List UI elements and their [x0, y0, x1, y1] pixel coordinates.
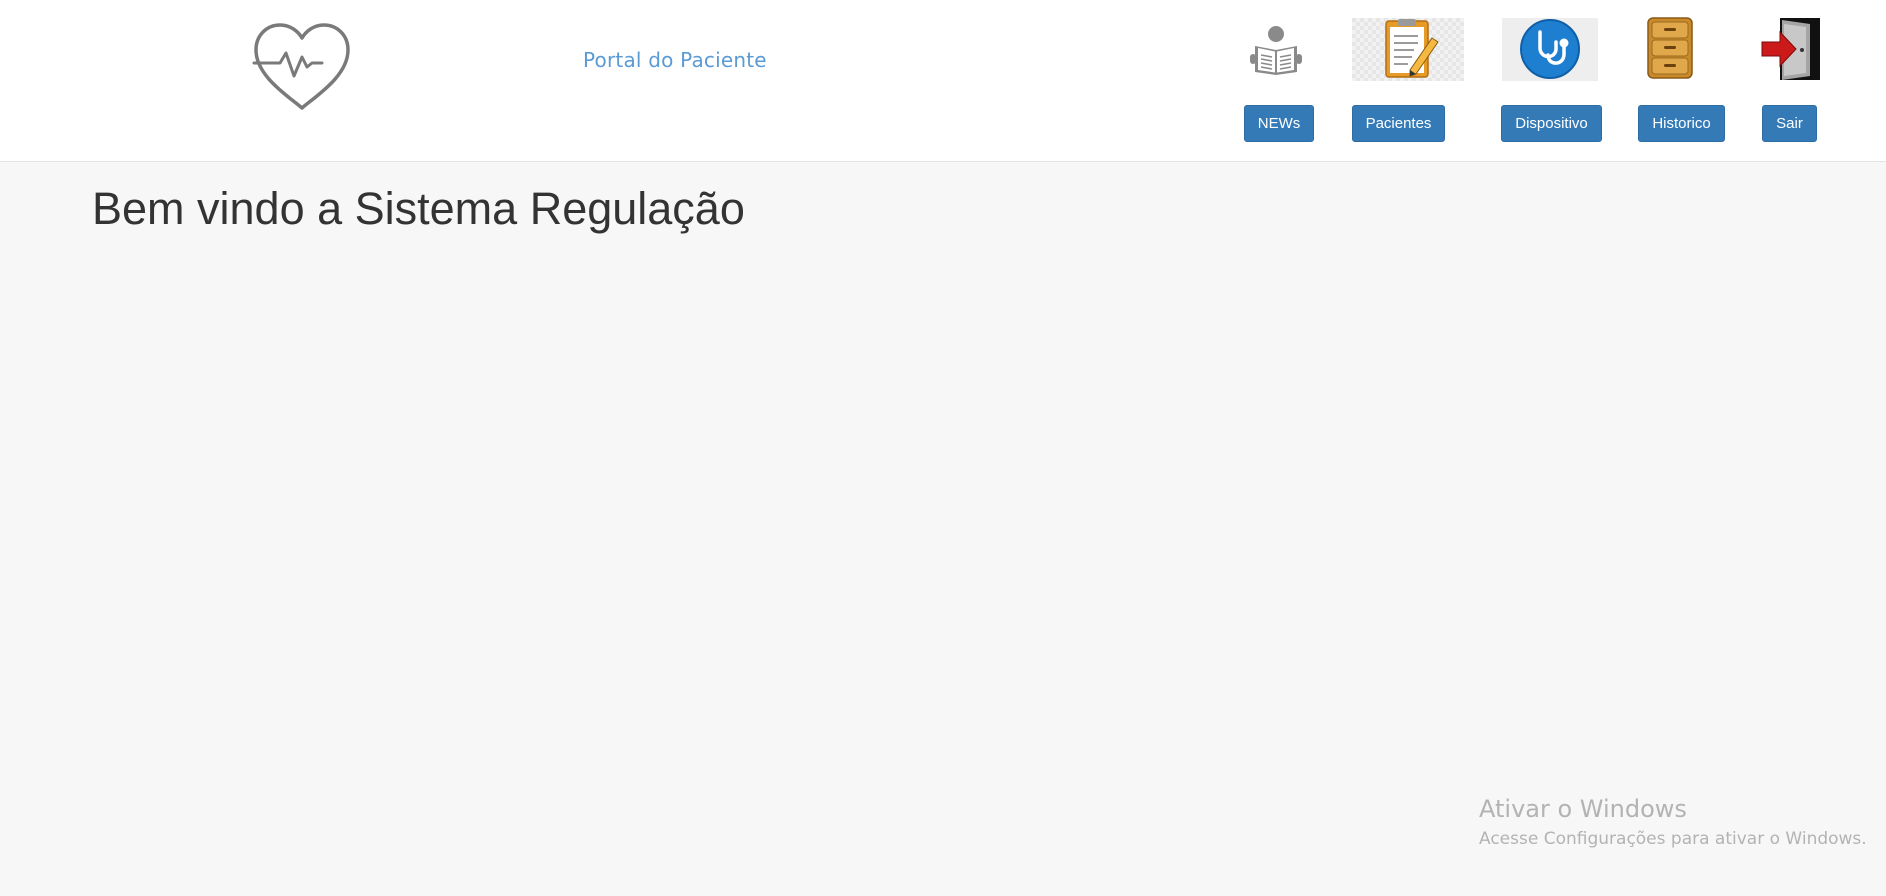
- exit-door-icon[interactable]: [1760, 16, 1822, 82]
- dispositivo-button[interactable]: Dispositivo: [1501, 105, 1602, 142]
- windows-activation-subtitle: Acesse Configurações para ativar o Windo…: [1479, 829, 1867, 849]
- newspaper-reader-icon[interactable]: [1247, 24, 1305, 76]
- top-header: Portal do Paciente NEWs Pacientes Dispos…: [0, 0, 1886, 162]
- portal-title: Portal do Paciente: [583, 48, 767, 72]
- file-cabinet-icon[interactable]: [1645, 16, 1695, 80]
- sair-button[interactable]: Sair: [1762, 105, 1817, 142]
- news-button[interactable]: NEWs: [1244, 105, 1314, 142]
- heart-pulse-icon: [252, 23, 350, 110]
- stethoscope-icon[interactable]: [1502, 18, 1598, 81]
- windows-activation-title: Ativar o Windows: [1479, 795, 1687, 823]
- pacientes-button[interactable]: Pacientes: [1352, 105, 1445, 142]
- historico-button[interactable]: Historico: [1638, 105, 1725, 142]
- clipboard-icon[interactable]: [1352, 18, 1464, 81]
- welcome-title: Bem vindo a Sistema Regulação: [92, 183, 745, 234]
